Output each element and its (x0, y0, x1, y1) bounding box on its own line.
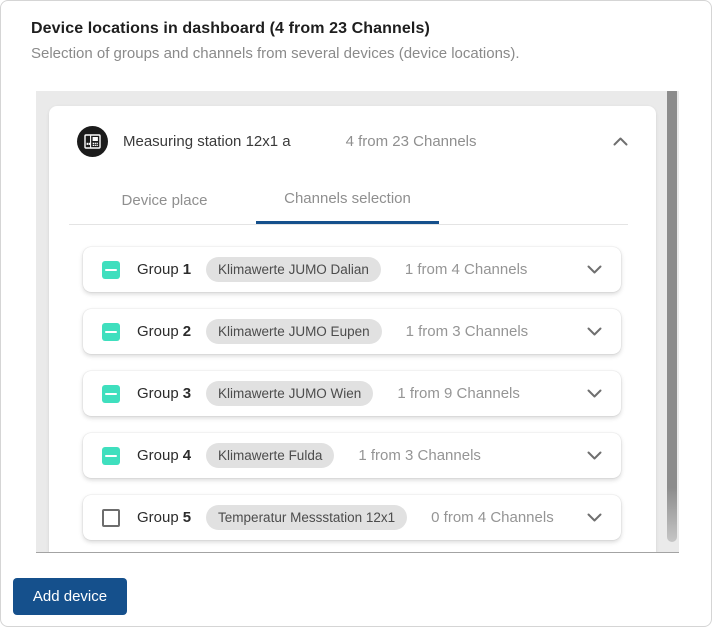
group-list: Group 1 Klimawerte JUMO Dalian 1 from 4 C… (49, 225, 656, 540)
group-2-checkbox[interactable] (102, 322, 120, 341)
tab-device-place[interactable]: Device place (73, 176, 256, 224)
group-badge: Temperatur Messstation 12x1 (206, 505, 408, 530)
group-4-checkbox[interactable] (102, 446, 120, 465)
widget-header: Device locations in dashboard (4 from 23… (31, 20, 691, 62)
group-channel-count: 1 from 3 Channels (405, 323, 529, 340)
tab-bar: Device place Channels selection (69, 176, 628, 225)
group-channel-count: 1 from 4 Channels (404, 261, 528, 278)
chevron-down-icon[interactable] (587, 265, 602, 274)
chevron-down-icon[interactable] (587, 389, 602, 398)
chevron-up-icon[interactable] (613, 137, 628, 146)
group-badge: Klimawerte JUMO Dalian (206, 257, 381, 282)
group-row-5[interactable]: Group 5 Temperatur Messstation 12x1 0 fro… (83, 495, 621, 540)
group-channel-count: 1 from 9 Channels (397, 385, 520, 402)
measuring-device-icon (77, 125, 108, 157)
group-channel-count: 1 from 3 Channels (358, 447, 481, 464)
chevron-down-icon[interactable] (587, 513, 602, 522)
device-card-header[interactable]: Measuring station 12x1 a 4 from 23 Chann… (49, 106, 656, 176)
group-row-4[interactable]: Group 4 Klimawerte Fulda 1 from 3 Channel… (83, 433, 621, 478)
add-device-button[interactable]: Add device (13, 578, 127, 615)
page-title: Device locations in dashboard (4 from 23… (31, 20, 430, 37)
chevron-down-icon[interactable] (587, 451, 602, 460)
group-5-checkbox[interactable] (102, 508, 120, 527)
group-row-1[interactable]: Group 1 Klimawerte JUMO Dalian 1 from 4 C… (83, 247, 621, 292)
device-name: Measuring station 12x1 a (123, 132, 291, 150)
group-badge: Klimawerte Fulda (206, 443, 335, 468)
group-row-2[interactable]: Group 2 Klimawerte JUMO Eupen 1 from 3 Ch… (83, 309, 621, 354)
page-subtitle: Selection of groups and channels from se… (31, 45, 520, 62)
group-badge: Klimawerte JUMO Wien (206, 381, 374, 406)
group-channel-count: 0 from 4 Channels (431, 509, 554, 526)
device-card: Measuring station 12x1 a 4 from 23 Chann… (49, 106, 656, 552)
chevron-down-icon[interactable] (587, 327, 602, 336)
scrollbar-thumb[interactable] (667, 91, 677, 542)
group-badge: Klimawerte JUMO Eupen (206, 319, 382, 344)
group-row-3[interactable]: Group 3 Klimawerte JUMO Wien 1 from 9 Cha… (83, 371, 621, 416)
group-label: Group 3 (137, 385, 192, 402)
group-label: Group 1 (137, 261, 192, 278)
group-label: Group 5 (137, 509, 192, 526)
group-3-checkbox[interactable] (102, 384, 120, 403)
group-label: Group 4 (137, 447, 192, 464)
group-label: Group 2 (137, 323, 192, 340)
device-locations-widget: Device locations in dashboard (4 from 23… (0, 0, 712, 627)
device-channel-count: 4 from 23 Channels (345, 132, 477, 150)
tab-channels-selection[interactable]: Channels selection (256, 176, 439, 224)
device-list-panel: Measuring station 12x1 a 4 from 23 Chann… (36, 91, 679, 553)
group-1-checkbox[interactable] (102, 260, 120, 279)
